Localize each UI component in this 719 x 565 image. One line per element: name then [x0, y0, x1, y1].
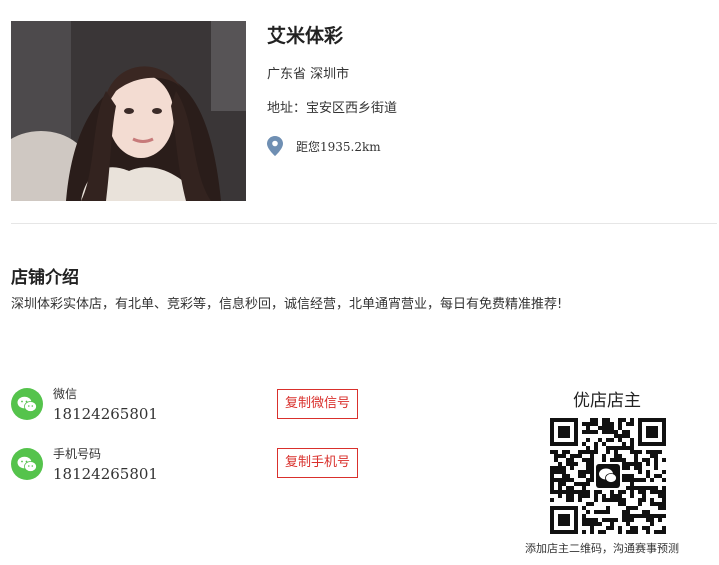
wechat-icon: [11, 388, 43, 420]
intro-text: 深圳体彩实体店，有北单、竞彩等，信息秒回，诚信经营，北单通宵营业，每日有免费精准…: [11, 297, 563, 312]
distance-text: 距您1935.2km: [296, 139, 381, 154]
distance-row: 距您1935.2km: [267, 136, 381, 156]
shop-info: 艾米体彩 广东省 深圳市 地址：宝安区西乡街道 距您1935.2km: [267, 24, 397, 156]
shop-region: 广东省 深圳市: [267, 67, 350, 82]
wechat-contact: 微信 18124265801: [11, 386, 158, 424]
phone-contact: 手机号码 18124265801: [11, 446, 158, 484]
location-pin-icon: [267, 136, 283, 156]
shop-owner-photo: [11, 21, 246, 201]
owner-qr-code[interactable]: [550, 418, 666, 534]
divider: [11, 223, 717, 224]
intro-title: 店铺介绍: [11, 268, 79, 288]
shop-name: 艾米体彩: [267, 25, 344, 47]
wechat-icon: [11, 448, 43, 480]
phone-number: 18124265801: [53, 465, 158, 483]
copy-phone-button[interactable]: 复制手机号: [277, 448, 359, 478]
owner-title: 优店店主: [573, 391, 641, 411]
qr-caption: 添加店主二维码，沟通赛事预测: [525, 542, 679, 555]
phone-label: 手机号码: [53, 447, 102, 461]
wechat-id: 18124265801: [53, 405, 158, 423]
copy-wechat-button[interactable]: 复制微信号: [277, 389, 359, 419]
shop-address: 地址：宝安区西乡街道: [267, 101, 398, 116]
wechat-label: 微信: [53, 387, 78, 401]
